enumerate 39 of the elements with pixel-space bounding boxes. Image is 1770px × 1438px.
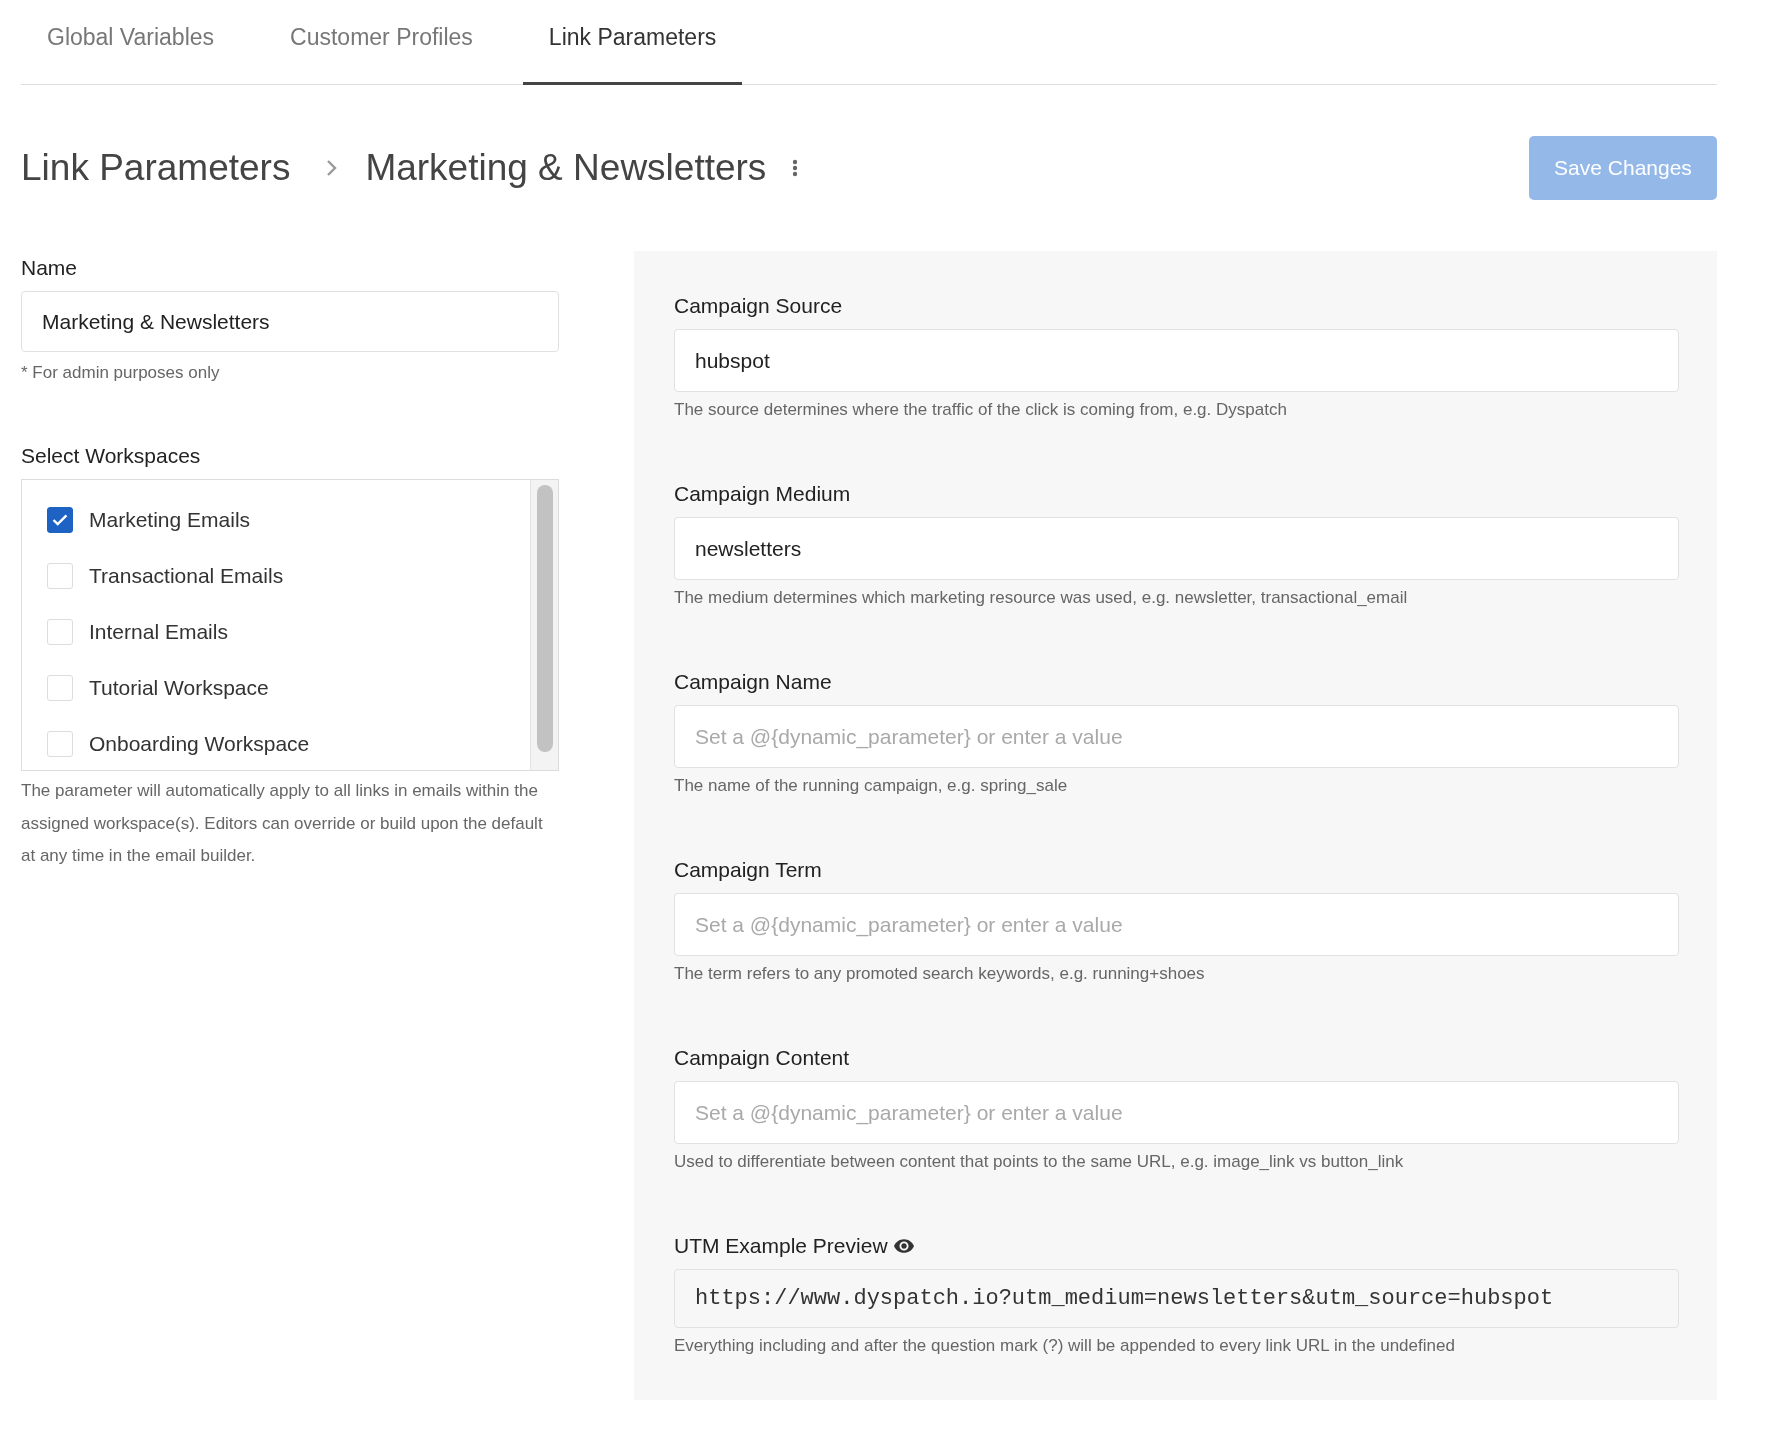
workspace-label[interactable]: Internal Emails	[89, 620, 228, 644]
workspace-label[interactable]: Onboarding Workspace	[89, 732, 310, 756]
field-label: Campaign Source	[674, 293, 844, 319]
helper-text: The name of the running campaign, e.g. spring_sale	[674, 775, 1069, 797]
text-input[interactable]: newsletters	[674, 517, 1679, 580]
tab[interactable]: Global Variables	[21, 0, 241, 85]
text-input[interactable]: hubspot	[674, 329, 1679, 392]
tab[interactable]: Link Parameters	[522, 0, 743, 85]
text-input[interactable]: Set a @{dynamic_parameter} or enter a value	[674, 705, 1679, 768]
helper-text: * For admin purposes only	[21, 362, 221, 384]
text-input[interactable]: Set a @{dynamic_parameter} or enter a value	[674, 893, 1679, 956]
name-input[interactable]: Marketing & Newsletters	[21, 291, 559, 352]
text-input[interactable]: Set a @{dynamic_parameter} or enter a value	[674, 1081, 1679, 1144]
page-title: Marketing & Newsletters	[365, 147, 767, 189]
description-text: The parameter will automatically apply to all links in emails within the assigned workspace(s). Editors can override or build upon the default at any time in the email builder.	[21, 780, 544, 867]
tab[interactable]: Customer Profiles	[264, 0, 499, 85]
breadcrumb-link[interactable]: Link Parameters	[21, 147, 291, 189]
field-label: Campaign Medium	[674, 481, 852, 507]
helper-text: The term refers to any promoted search keywords, e.g. running+shoes	[674, 963, 1206, 985]
check-icon	[52, 514, 68, 526]
field-label: Name	[21, 255, 79, 281]
checkbox[interactable]	[47, 507, 73, 533]
helper-text: Used to differentiate between content that points to the same URL, e.g. image_link vs button_link	[674, 1151, 1405, 1173]
helper-text: The source determines where the traffic of the click is coming from, e.g. Dyspatch	[674, 399, 1288, 421]
chevron-right-icon	[326, 159, 339, 177]
helper-text: Everything including and after the question mark (?) will be appended to every link URL in the undefined	[674, 1335, 1456, 1357]
field-label: Campaign Content	[674, 1045, 851, 1071]
workspace-label[interactable]: Transactional Emails	[89, 564, 284, 588]
eye-icon	[893, 1239, 914, 1253]
kebab-menu-icon[interactable]	[792, 159, 799, 177]
workspace-label[interactable]: Tutorial Workspace	[89, 676, 269, 700]
field-label: Campaign Name	[674, 669, 833, 695]
field-label: Select Workspaces	[21, 443, 202, 469]
field-label: Campaign Term	[674, 857, 823, 883]
scrollbar-thumb[interactable]	[536, 485, 553, 752]
field-label: UTM Example Preview	[674, 1233, 888, 1259]
preview-field[interactable]: https://www.dyspatch.io?utm_medium=newsletters&utm_source=hubspot	[674, 1269, 1679, 1328]
helper-text: The medium determines which marketing resource was used, e.g. newsletter, transactional_email	[674, 587, 1409, 609]
workspace-label[interactable]: Marketing Emails	[89, 508, 251, 532]
